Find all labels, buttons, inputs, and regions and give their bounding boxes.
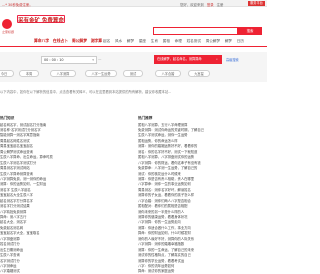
login-link[interactable]: 登录 [207, 3, 214, 7]
filter-chip[interactable]: 测试 [123, 70, 143, 77]
top-bar: ...* 30秒免费注册。 您好，欢迎来到 登录 注册 服务平台 [0, 0, 267, 7]
filter-chip[interactable]: 八字合婚 [155, 70, 181, 77]
top-greeting: 您好，欢迎来到 [180, 2, 204, 7]
advanced-search-link[interactable]: 高级搜索 [226, 57, 239, 62]
nav-item[interactable]: 星座 [139, 39, 146, 43]
time-select[interactable]: 00 : 00 : 10 ▾ [41, 56, 97, 64]
filter-chip[interactable]: 今日 [0, 70, 14, 77]
main-nav: 算命八字 在线占卜 周公解梦 测字算 起名 风水 解梦 星座 生肖 属相 命理 … [0, 36, 267, 47]
logo-emblem-icon [2, 19, 12, 29]
nav-item[interactable]: 日历 [237, 39, 244, 43]
nav-item[interactable]: 属相 [163, 39, 170, 43]
nav-hot-item[interactable]: 测字算 [91, 38, 102, 43]
filter-chip[interactable]: 九宫星 [188, 70, 210, 77]
nav-item[interactable]: 解梦 [225, 39, 232, 43]
search-input[interactable] [153, 27, 238, 35]
left-column-title: 热门知识 [0, 116, 15, 120]
search-button[interactable]: 搜索 [238, 27, 262, 35]
nav-item[interactable]: 周公解梦 [206, 39, 220, 43]
filter-chip[interactable]: 八字测算 [50, 70, 76, 77]
filter-chip[interactable]: 本周 [19, 70, 39, 77]
header: 之家标题 采有金矿 免费算命 搜索 [0, 7, 267, 35]
search-icon: ⌕ [216, 57, 218, 61]
nav-item[interactable]: 起名 [103, 39, 110, 43]
nav-item[interactable]: 生肖 [151, 39, 158, 43]
nav-items: 起名 风水 解梦 星座 生肖 属相 命理 姓名测试 周公解梦 解梦 日历 [103, 39, 248, 44]
topic-search-label: 在线解梦，起名命名，测算算命 [157, 57, 202, 61]
nav-item[interactable]: 命理 [175, 39, 182, 43]
nav-hot-item[interactable]: 周公解梦 [72, 38, 87, 43]
right-column-title: 热门推荐 [138, 116, 153, 120]
nav-item[interactable]: 解梦 [127, 39, 134, 43]
date-separator: — [98, 57, 102, 61]
brand-title: 采有金矿 免费算命 [18, 18, 64, 24]
top-notice: ...* 30秒免费注册。 [2, 2, 33, 7]
info-note: 以下内容中，如你在以下解析的信息中，点击查看有关释义，可以在这里看到本站提供的所… [0, 90, 172, 94]
filter-chip[interactable]: 八字一生运势 [85, 70, 117, 77]
filter-bar: 00 : 00 : 10 ▾ — 在线解梦，起名命名，测算算命 ⌕ 高级搜索 今… [0, 52, 267, 82]
hot-links: 算命八字 在线占卜 周公解梦 测字算 [34, 38, 105, 45]
right-column: 热门推荐 属相八字测算，五行八字命理测算 免费测算：测试你命运的关键时期，了解自己… [138, 116, 266, 274]
list-item[interactable]: 八字婚姻测试 [0, 269, 118, 274]
topic-search-button[interactable]: 在线解梦，起名命名，测算算命 ⌕ [154, 55, 222, 64]
nav-item[interactable]: 姓名测试 [187, 39, 201, 43]
register-link[interactable]: 注册 [217, 3, 224, 7]
chevron-down-icon: ▾ [92, 58, 94, 62]
nav-item[interactable]: 风水 [115, 39, 122, 43]
top-links: 您好，欢迎来到 登录 注册 [180, 2, 225, 7]
left-column: 热门知识 起名网名字，测试起名打分指南 测名称·名字测试打分测名字 智能测算一测名字… [0, 116, 118, 274]
logo-text: 之家标题 [2, 29, 15, 34]
filter-chips: 今日 本周 八字测算 八字一生运势 测试 八字合婚 九宫星 [0, 70, 267, 77]
nav-hot-item[interactable]: 在线占卜 [53, 38, 68, 43]
list-item[interactable]: 算命：测试你的家庭运势 [138, 269, 266, 274]
time-select-value: 00 : 00 : 10 [44, 58, 64, 62]
service-button[interactable]: 服务平台 [248, 0, 265, 7]
nav-hot-item[interactable]: 算命八字 [34, 38, 49, 43]
